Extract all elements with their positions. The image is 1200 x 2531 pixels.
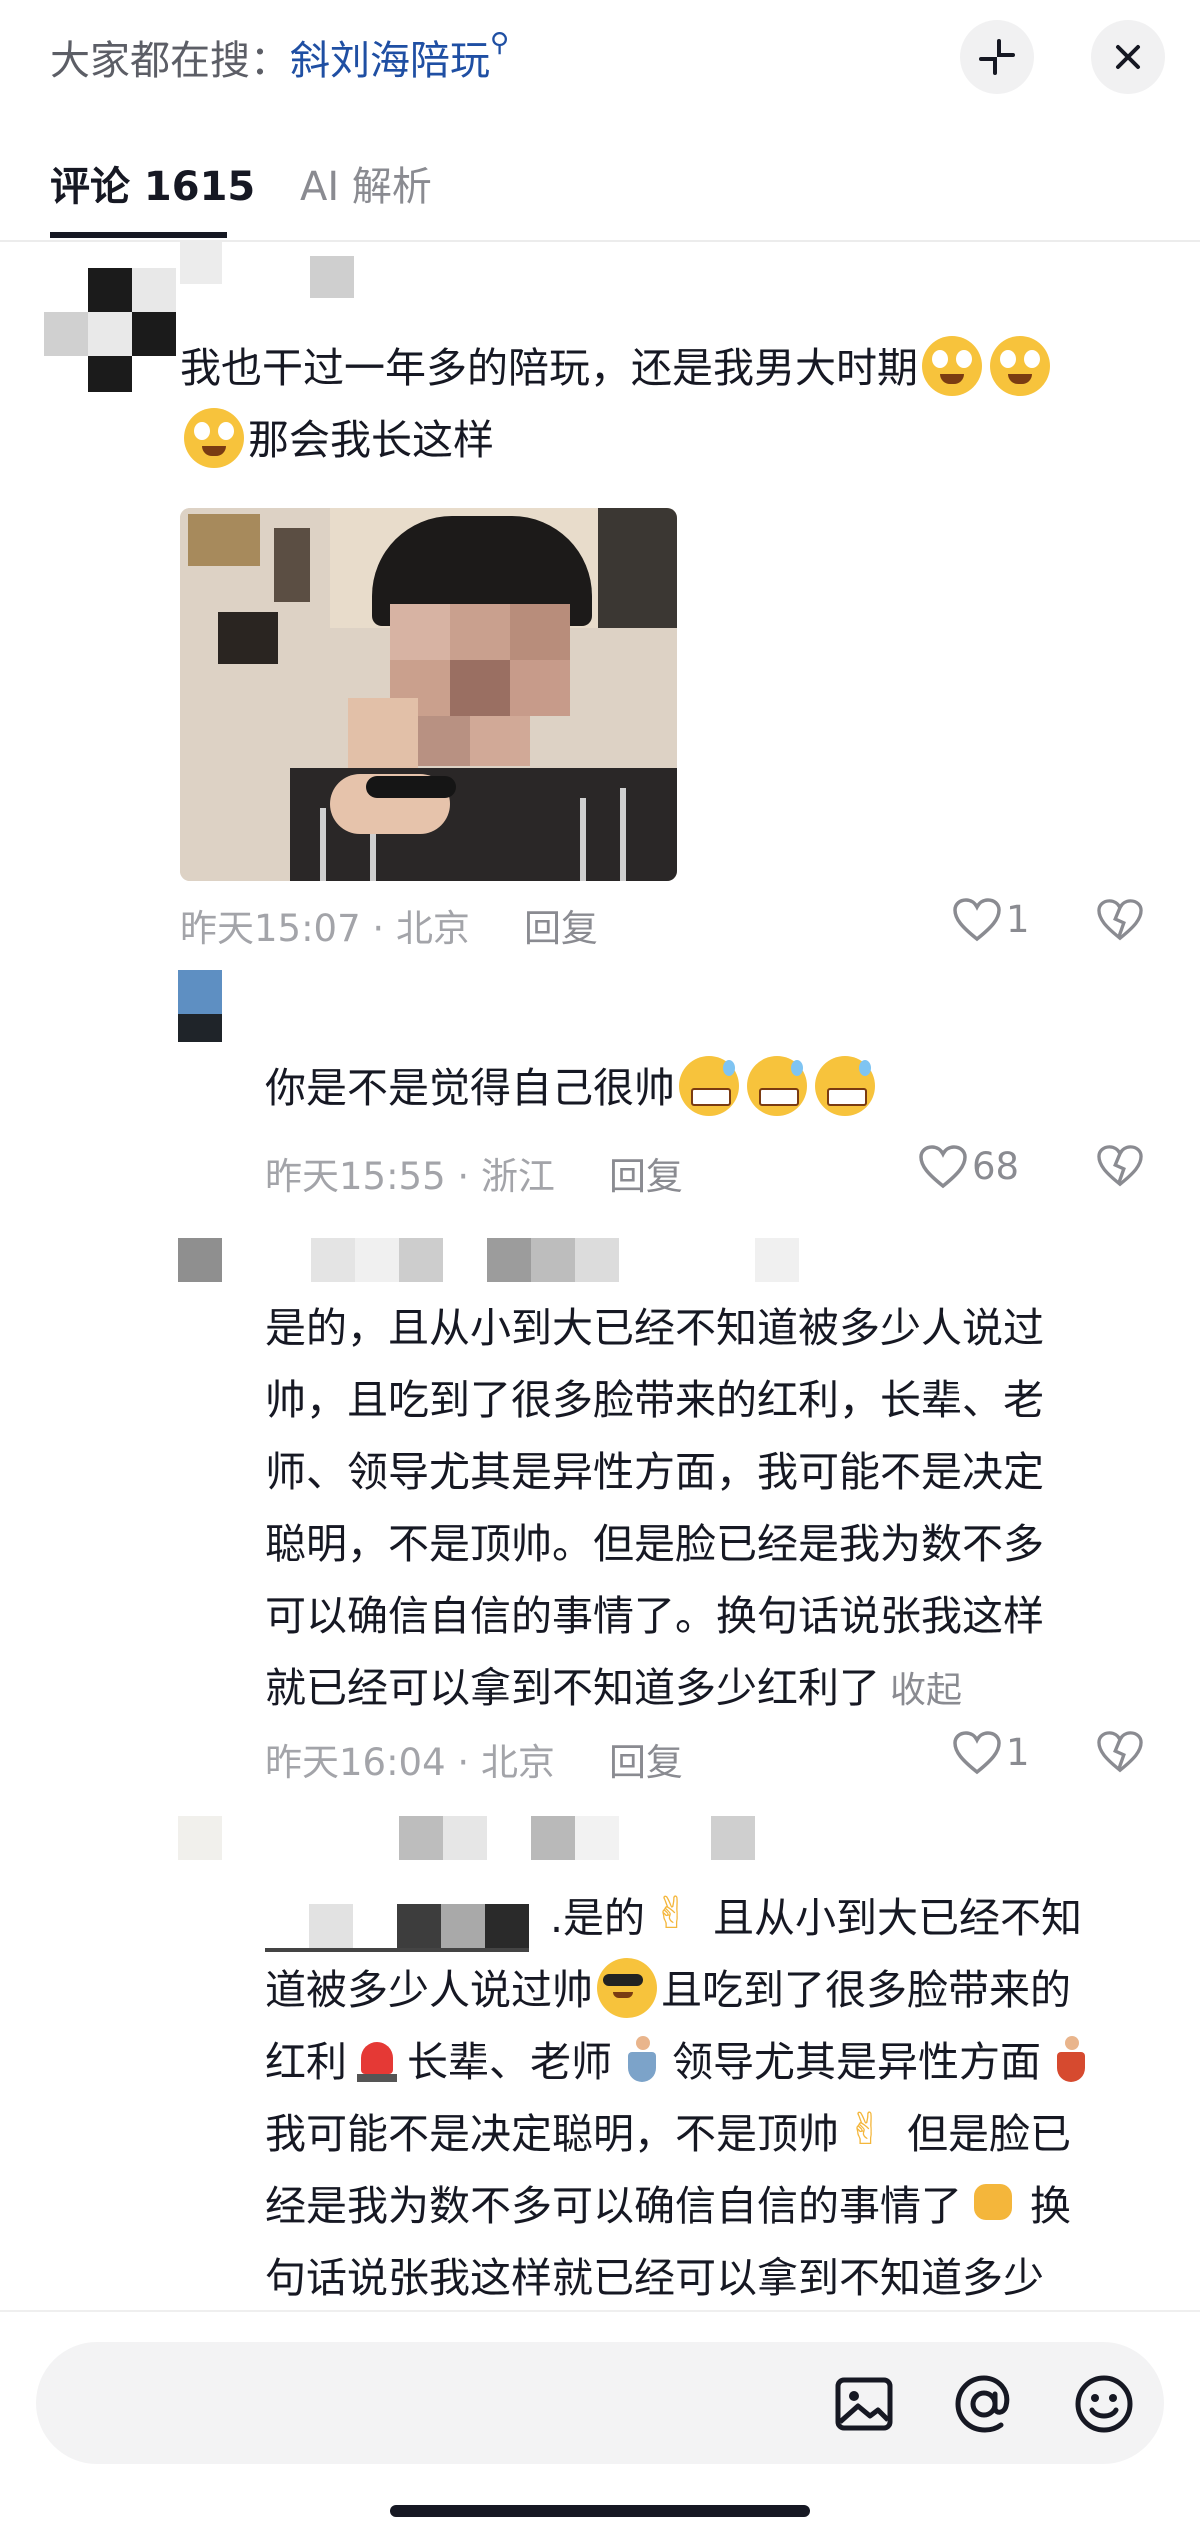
rock-on-hand-icon [649, 1882, 709, 1950]
trending-search-prefix: 大家都在搜： [50, 38, 290, 84]
trending-search-keyword[interactable]: 斜刘海陪玩 [290, 38, 490, 84]
dislike-button[interactable] [1096, 1730, 1144, 1774]
comment-location: 浙江 [480, 1155, 555, 1198]
like-button[interactable]: 1 [952, 896, 1030, 943]
collapse-text-button[interactable]: 收起 [890, 1670, 962, 1711]
sunglasses-face-icon [597, 1958, 657, 2018]
broken-heart-icon [1097, 899, 1143, 941]
username[interactable] [180, 242, 354, 298]
grin-sweat-icon [815, 1056, 875, 1116]
username[interactable] [265, 1238, 805, 1282]
trending-search[interactable]: 大家都在搜：斜刘海陪玩⚲ [50, 28, 509, 86]
comment-meta: 昨天15:55 · 浙江 回复 [265, 1155, 683, 1198]
close-icon [1116, 45, 1140, 69]
image-button[interactable] [832, 2372, 896, 2436]
username[interactable] [265, 1816, 785, 1860]
avatar[interactable] [178, 1238, 222, 1282]
raised-fist-icon [966, 2174, 1026, 2234]
image-icon [835, 2377, 893, 2431]
heart-icon [919, 1144, 967, 1188]
smiley-icon [1075, 2375, 1133, 2433]
comment-photo[interactable] [180, 508, 677, 881]
like-count: 68 [972, 1145, 1020, 1188]
heart-icon [953, 897, 1001, 941]
home-indicator[interactable] [390, 2505, 810, 2517]
comment-tabs: 评论 1615 AI 解析 [0, 140, 1200, 242]
reply-button[interactable]: 回复 [524, 907, 598, 950]
collapse-icon [979, 39, 1015, 75]
crying-face-icon [990, 336, 1050, 396]
rock-on-hand-icon [843, 2094, 903, 2166]
comment-text: 是的，且从小到大已经不知道被多少人说过 帅，且吃到了很多脸带来的红利，长辈、老 … [265, 1304, 1044, 1712]
tab-comments[interactable]: 评论 1615 [50, 154, 255, 212]
like-count: 1 [1006, 1731, 1030, 1774]
broken-heart-icon [1097, 1145, 1143, 1187]
crying-face-icon [184, 408, 244, 468]
active-tab-indicator [50, 232, 227, 238]
avatar[interactable] [178, 970, 222, 1042]
comment-text: 我也干过一年多的陪玩，还是我男大时期 那会我长这样 [180, 332, 1140, 476]
reply-button[interactable]: 回复 [609, 1155, 683, 1198]
dislike-button[interactable] [1096, 1144, 1144, 1188]
comment-meta: 昨天15:07 · 北京 回复 [180, 907, 598, 950]
at-icon [955, 2375, 1010, 2433]
comment-location: 北京 [395, 907, 470, 950]
dislike-button[interactable] [1096, 898, 1144, 942]
search-icon: ⚲ [490, 28, 510, 58]
comment-location: 北京 [480, 1741, 555, 1784]
like-button[interactable]: 68 [918, 1143, 1019, 1190]
comment-input[interactable] [36, 2342, 1164, 2464]
grin-sweat-icon [747, 1056, 807, 1116]
like-button[interactable]: 1 [952, 1729, 1030, 1776]
avatar[interactable] [178, 1816, 222, 1860]
close-button[interactable] [1091, 20, 1165, 94]
grin-sweat-icon [679, 1056, 739, 1116]
comment-time: 昨天16:04 [265, 1741, 446, 1784]
avatar[interactable] [44, 268, 180, 392]
comment-input-bar [0, 2310, 1200, 2531]
siren-icon [351, 2034, 403, 2086]
reply-button[interactable]: 回复 [609, 1741, 683, 1784]
collapse-button[interactable] [960, 20, 1034, 94]
tab-ai-analysis[interactable]: AI 解析 [300, 154, 432, 212]
broken-heart-icon [1097, 1731, 1143, 1773]
comment-time: 昨天15:55 [265, 1155, 446, 1198]
comment-text: 你是不是觉得自己很帅 [265, 1052, 1145, 1124]
crying-face-icon [922, 336, 982, 396]
comment-text: .是的且从小到大已经不知 道被多少人说过帅且吃到了很多脸带来的 红利长辈、老师领… [265, 1882, 1145, 2310]
dancing-woman-icon [1045, 2034, 1097, 2086]
dancing-man-icon [616, 2034, 668, 2086]
heart-icon [953, 1730, 1001, 1774]
like-count: 1 [1006, 898, 1030, 941]
comment-meta: 昨天16:04 · 北京 回复 [265, 1741, 683, 1784]
mention-button[interactable] [952, 2372, 1016, 2436]
comment-time: 昨天15:07 [180, 907, 361, 950]
emoji-button[interactable] [1072, 2372, 1136, 2436]
top-bar: 大家都在搜：斜刘海陪玩⚲ [0, 0, 1200, 115]
